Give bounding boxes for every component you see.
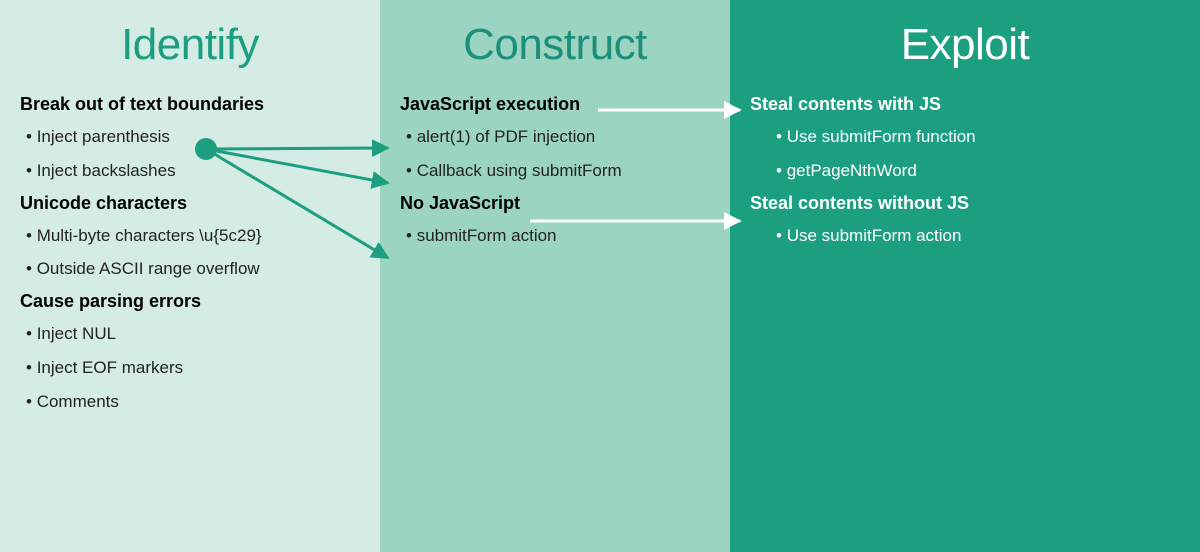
- item-use-submitform-fn: Use submitForm function: [776, 125, 1180, 149]
- item-getpagenthword: getPageNthWord: [776, 159, 1180, 183]
- column-title-exploit: Exploit: [750, 20, 1180, 70]
- item-comments: Comments: [26, 390, 360, 414]
- section-js-execution: JavaScript execution: [400, 94, 710, 115]
- item-use-submitform-action: Use submitForm action: [776, 224, 1180, 248]
- item-inject-backslashes: Inject backslashes: [26, 159, 360, 183]
- section-unicode: Unicode characters: [20, 193, 360, 214]
- column-title-identify: Identify: [20, 20, 360, 70]
- column-identify: Identify Break out of text boundaries In…: [0, 0, 380, 552]
- column-construct: Construct JavaScript execution alert(1) …: [380, 0, 730, 552]
- item-inject-parenthesis: Inject parenthesis: [26, 125, 360, 149]
- item-callback-submitform: Callback using submitForm: [406, 159, 710, 183]
- item-ascii-overflow: Outside ASCII range overflow: [26, 257, 360, 281]
- item-alert1: alert(1) of PDF injection: [406, 125, 710, 149]
- item-multibyte: Multi-byte characters \u{5c29}: [26, 224, 360, 248]
- section-break-out: Break out of text boundaries: [20, 94, 360, 115]
- item-submitform-action: submitForm action: [406, 224, 710, 248]
- item-inject-nul: Inject NUL: [26, 322, 360, 346]
- section-steal-with-js: Steal contents with JS: [750, 94, 1180, 115]
- section-no-js: No JavaScript: [400, 193, 710, 214]
- section-parsing-errors: Cause parsing errors: [20, 291, 360, 312]
- column-title-construct: Construct: [400, 20, 710, 70]
- column-exploit: Exploit Steal contents with JS Use submi…: [730, 0, 1200, 552]
- section-steal-without-js: Steal contents without JS: [750, 193, 1180, 214]
- item-inject-eof: Inject EOF markers: [26, 356, 360, 380]
